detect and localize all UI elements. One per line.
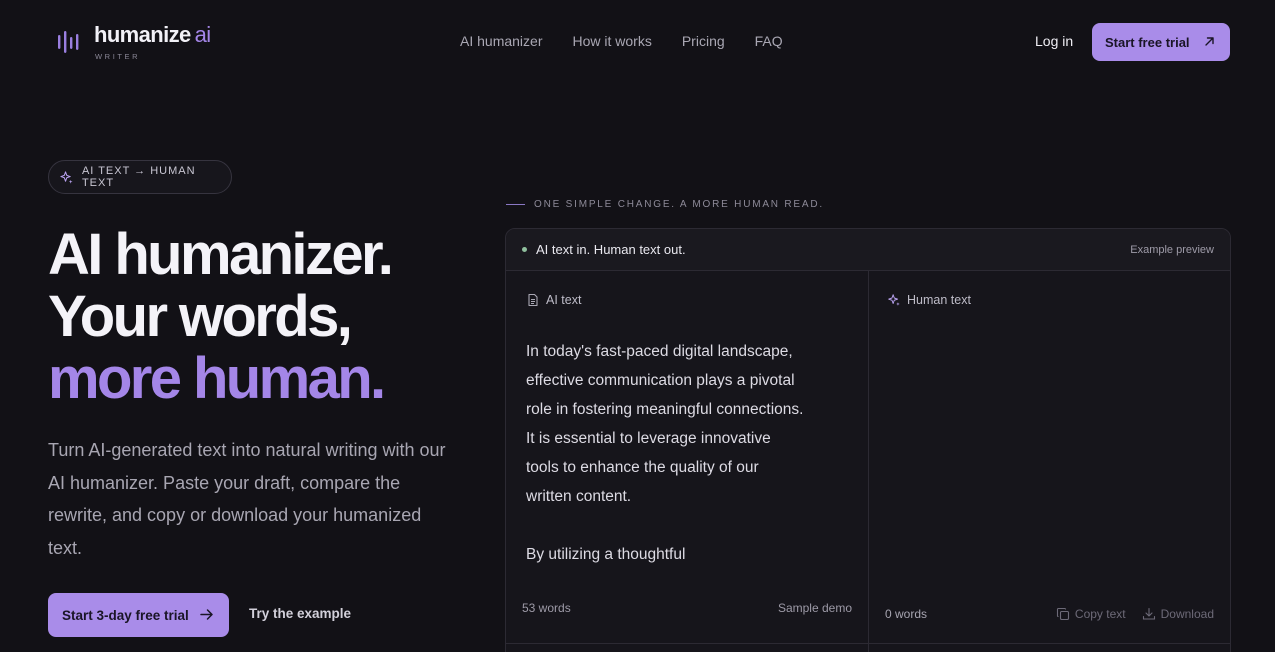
- panel-divider: [506, 643, 1230, 644]
- preview-tagline: ONE SIMPLE CHANGE. A MORE HUMAN READ.: [506, 199, 824, 210]
- human-text-actions: Copy text Download: [1056, 607, 1214, 621]
- sparkle-icon: [60, 170, 73, 184]
- download-button[interactable]: Download: [1142, 607, 1214, 621]
- trial-button-label: Start free trial: [1105, 34, 1190, 50]
- human-text-label: Human text: [887, 293, 971, 307]
- hero-title: AI humanizer. Your words, more human.: [48, 222, 394, 411]
- start-trial-button[interactable]: Start 3-day free trial: [48, 593, 229, 637]
- ai-text-paragraph-1: In today's fast-paced digital landscape,…: [526, 343, 804, 505]
- arrow-right-icon: [200, 609, 213, 620]
- logo-bars-icon: [58, 31, 79, 53]
- tagline-line: [506, 204, 525, 205]
- hero-badge: AI TEXT → HUMAN TEXT: [48, 160, 232, 194]
- start-trial-label: Start 3-day free trial: [62, 607, 189, 623]
- human-text-pane: Human text 0 words Copy text Download: [869, 271, 1230, 652]
- nav-item-how-it-works[interactable]: How it works: [572, 32, 651, 50]
- nav-item-faq[interactable]: FAQ: [755, 32, 783, 50]
- hero-badge-label: AI TEXT → HUMAN TEXT: [81, 165, 196, 189]
- ai-text-label: AI text: [526, 293, 581, 307]
- site-header: humanize ai WRITER AI humanizer How it wo…: [0, 0, 1275, 82]
- ai-word-count: 53 words: [522, 601, 571, 615]
- login-link[interactable]: Log in: [1035, 32, 1073, 50]
- hero-title-line-1: AI humanizer.: [48, 222, 394, 287]
- copy-text-button[interactable]: Copy text: [1056, 607, 1126, 621]
- brand-name: humanize ai: [94, 22, 212, 47]
- preview-header-title: AI text in. Human text out.: [536, 242, 686, 257]
- main-nav: AI humanizer How it works Pricing FAQ: [460, 32, 783, 50]
- nav-item-pricing[interactable]: Pricing: [682, 32, 725, 50]
- nav-item-ai-humanizer[interactable]: AI humanizer: [460, 32, 542, 50]
- ai-text-paragraph-2: By utilizing a thoughtful: [526, 546, 686, 563]
- hero-title-line-2: Your words,: [48, 284, 353, 349]
- sparkle-icon: [888, 294, 900, 306]
- hero-description: Turn AI-generated text into natural writ…: [48, 440, 446, 558]
- start-free-trial-button[interactable]: Start free trial: [1092, 23, 1230, 61]
- arrow-up-right-icon: [1205, 37, 1214, 46]
- status-dot: [522, 247, 527, 252]
- preview-header: AI text in. Human text out. Example prev…: [506, 229, 1230, 271]
- preview-panel: AI text in. Human text out. Example prev…: [505, 228, 1231, 652]
- brand-suffix: ai: [194, 22, 212, 47]
- preview-header-meta: Example preview: [1130, 244, 1214, 256]
- brand-logo[interactable]: humanize ai WRITER: [56, 22, 211, 61]
- document-icon: [528, 293, 538, 307]
- ai-text-pane: AI text In today's fast-paced digital la…: [506, 271, 869, 652]
- human-word-count: 0 words: [885, 607, 928, 621]
- tagline-text: ONE SIMPLE CHANGE. A MORE HUMAN READ.: [534, 199, 824, 210]
- try-example-link[interactable]: Try the example: [249, 606, 351, 621]
- sample-demo-label: Sample demo: [777, 601, 852, 615]
- download-icon: [1142, 607, 1155, 620]
- copy-icon: [1056, 607, 1069, 621]
- hero-title-line-3: more human.: [48, 346, 386, 411]
- brand-tagline: WRITER: [95, 52, 141, 61]
- ai-text-content[interactable]: In today's fast-paced digital landscape,…: [526, 337, 806, 587]
